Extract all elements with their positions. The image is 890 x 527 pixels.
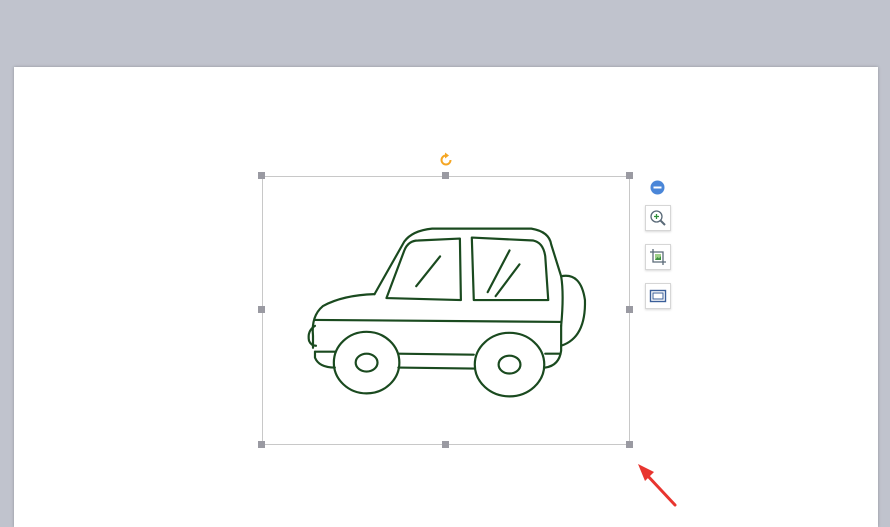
crop-image-button[interactable] (645, 244, 671, 270)
resize-handle-right[interactable] (626, 306, 633, 313)
rotate-icon[interactable] (438, 152, 454, 168)
resize-handle-bottom-left[interactable] (258, 441, 265, 448)
car-cabin-outline (373, 227, 564, 327)
resize-handle-top[interactable] (442, 172, 449, 179)
spare-tire (560, 274, 587, 347)
car-front-window (385, 237, 462, 302)
zoom-in-button[interactable] (645, 205, 671, 231)
minus-circle-icon[interactable] (650, 180, 665, 195)
resize-handle-left[interactable] (258, 306, 265, 313)
resize-handle-bottom[interactable] (442, 441, 449, 448)
car-drawing-image (307, 227, 587, 398)
rear-wheel (473, 331, 546, 398)
border-frame-icon (649, 289, 667, 303)
car-bottom-line (313, 324, 563, 370)
rear-hub (497, 354, 522, 375)
car-lower-line (313, 350, 561, 356)
zoom-in-icon (650, 210, 666, 226)
window-glare (415, 249, 521, 298)
resize-handle-top-right[interactable] (626, 172, 633, 179)
car-rear-window (470, 236, 550, 302)
resize-handle-bottom-right[interactable] (626, 441, 633, 448)
front-wheel (332, 330, 401, 395)
front-hub (354, 352, 379, 373)
car-belt-line (313, 318, 563, 324)
selected-picture[interactable] (262, 176, 630, 445)
border-frame-button[interactable] (645, 283, 671, 309)
crop-image-icon (650, 249, 666, 265)
red-arrow-annotation (638, 464, 677, 507)
resize-handle-top-left[interactable] (258, 172, 265, 179)
